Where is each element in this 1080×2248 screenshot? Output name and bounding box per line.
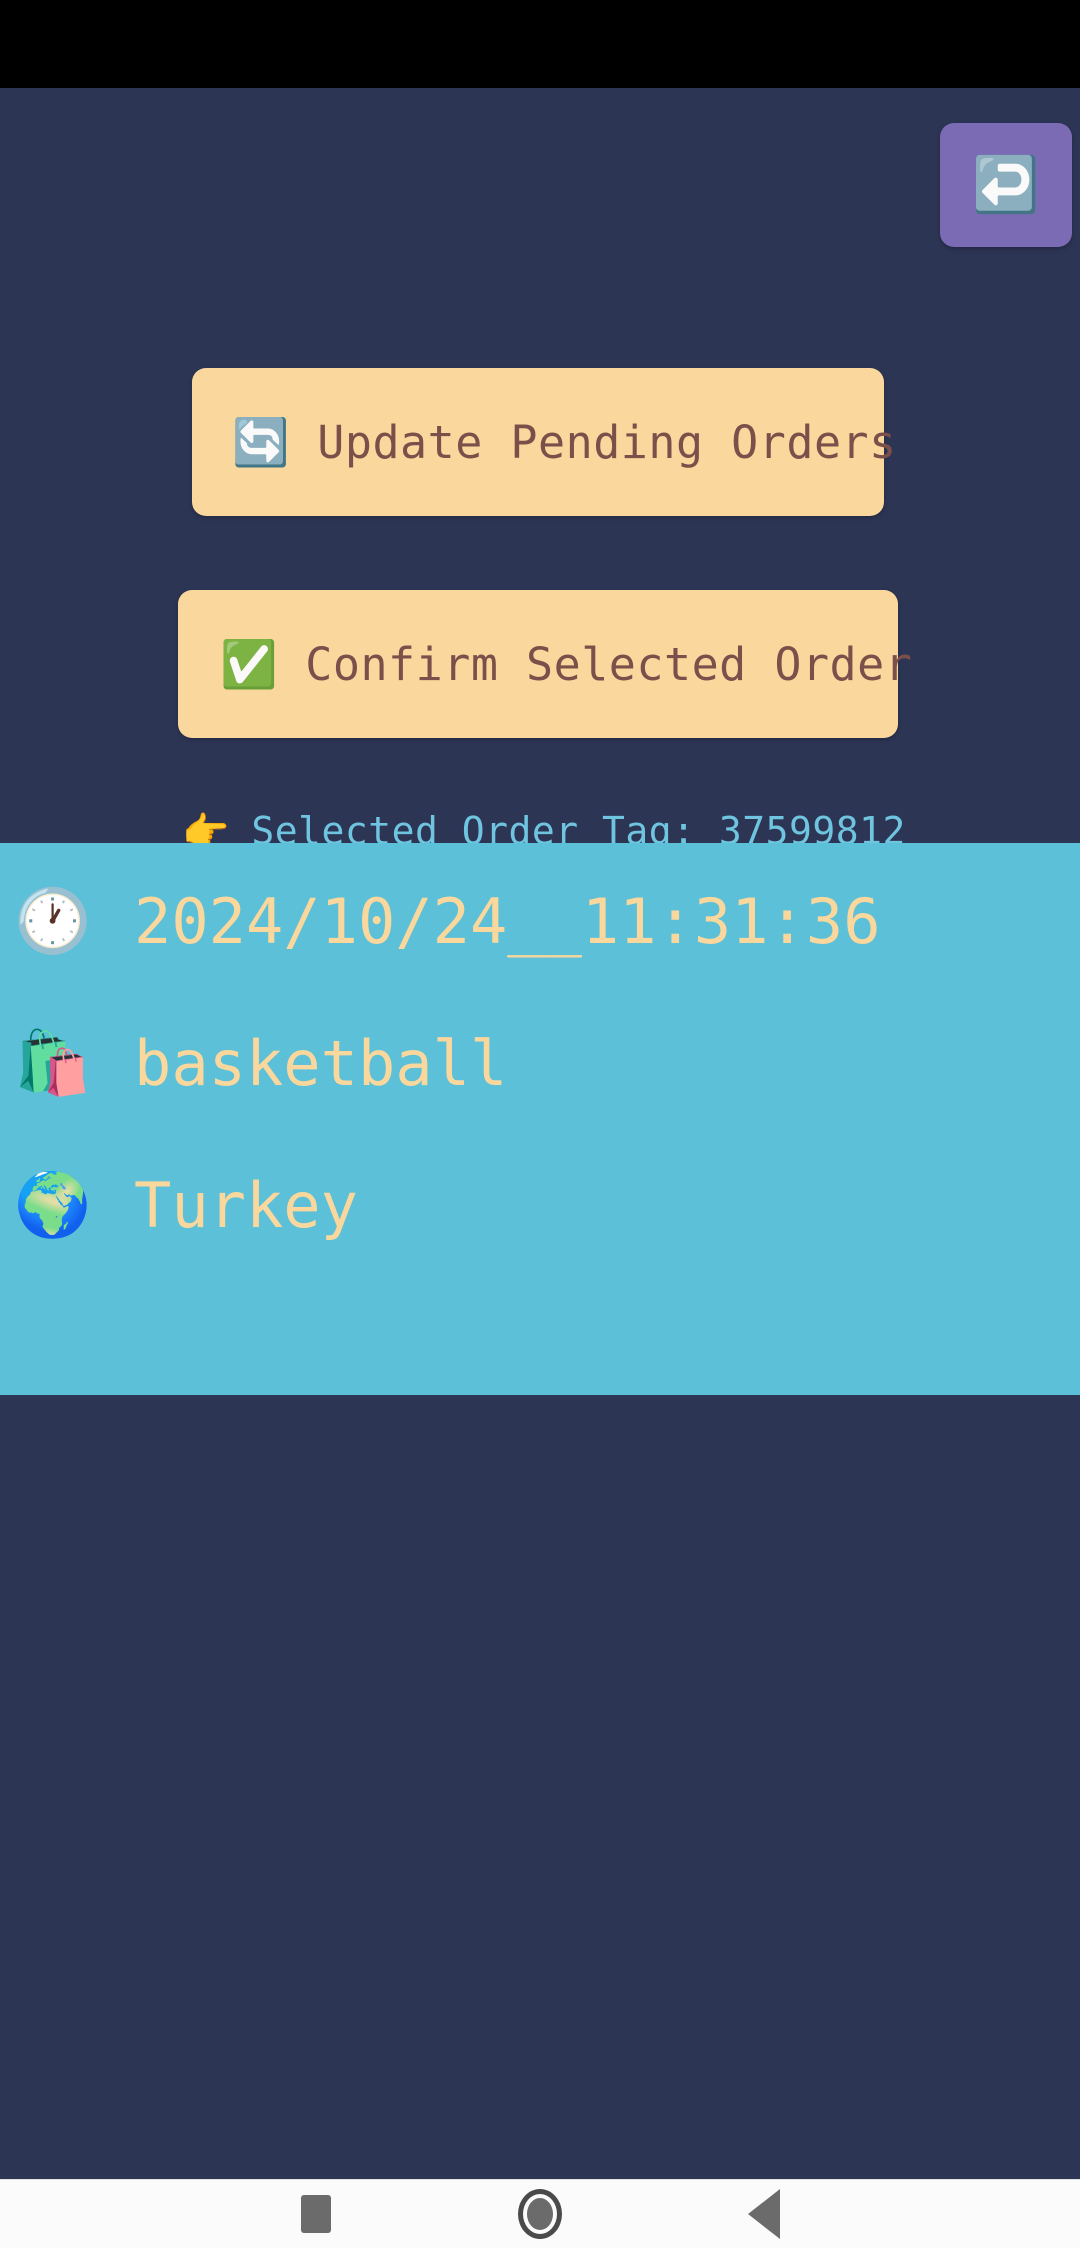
android-navigation-bar (0, 2179, 1080, 2248)
check-mark-button-icon: ✅ (220, 637, 278, 691)
order-product-value: basketball (134, 1026, 508, 1100)
update-pending-orders-button[interactable]: 🔄 Update Pending Orders (192, 368, 896, 516)
update-pending-orders-label: Update Pending Orders (317, 415, 897, 469)
info-row-country: 🌍 Turkey (0, 1155, 1080, 1255)
order-country-value: Turkey (134, 1168, 358, 1242)
confirm-selected-order-label: Confirm Selected Order (305, 637, 913, 691)
globe-europe-africa-icon: 🌍 (14, 1168, 92, 1241)
recents-button[interactable] (204, 2195, 428, 2233)
confirm-selected-order-button[interactable]: ✅ Confirm Selected Order (178, 590, 912, 738)
counterclockwise-arrows-icon: 🔄 (232, 415, 290, 469)
home-button[interactable] (428, 2189, 652, 2239)
shopping-bags-icon: 🛍️ (14, 1026, 92, 1099)
square-icon (301, 2195, 331, 2233)
triangle-left-icon (748, 2189, 780, 2239)
back-button[interactable]: ↩️ (940, 123, 1072, 247)
order-datetime-value: 2024/10/24__11:31:36 (134, 884, 881, 958)
clock-icon: 🕐 (14, 884, 92, 957)
back-arrow-icon: ↩️ (972, 153, 1040, 216)
info-row-datetime: 🕐 2024/10/24__11:31:36 (0, 871, 1080, 971)
circle-icon (518, 2189, 562, 2239)
app-content-area: ↩️ 🔄 Update Pending Orders ✅ Confirm Sel… (0, 88, 1080, 2180)
order-info-panel: 🕐 2024/10/24__11:31:36 🛍️ basketball 🌍 T… (0, 843, 1080, 1395)
info-row-product: 🛍️ basketball (0, 1013, 1080, 1113)
device-screen: ↩️ 🔄 Update Pending Orders ✅ Confirm Sel… (0, 0, 1080, 2248)
status-bar (0, 0, 1080, 88)
back-nav-button[interactable] (652, 2189, 876, 2239)
